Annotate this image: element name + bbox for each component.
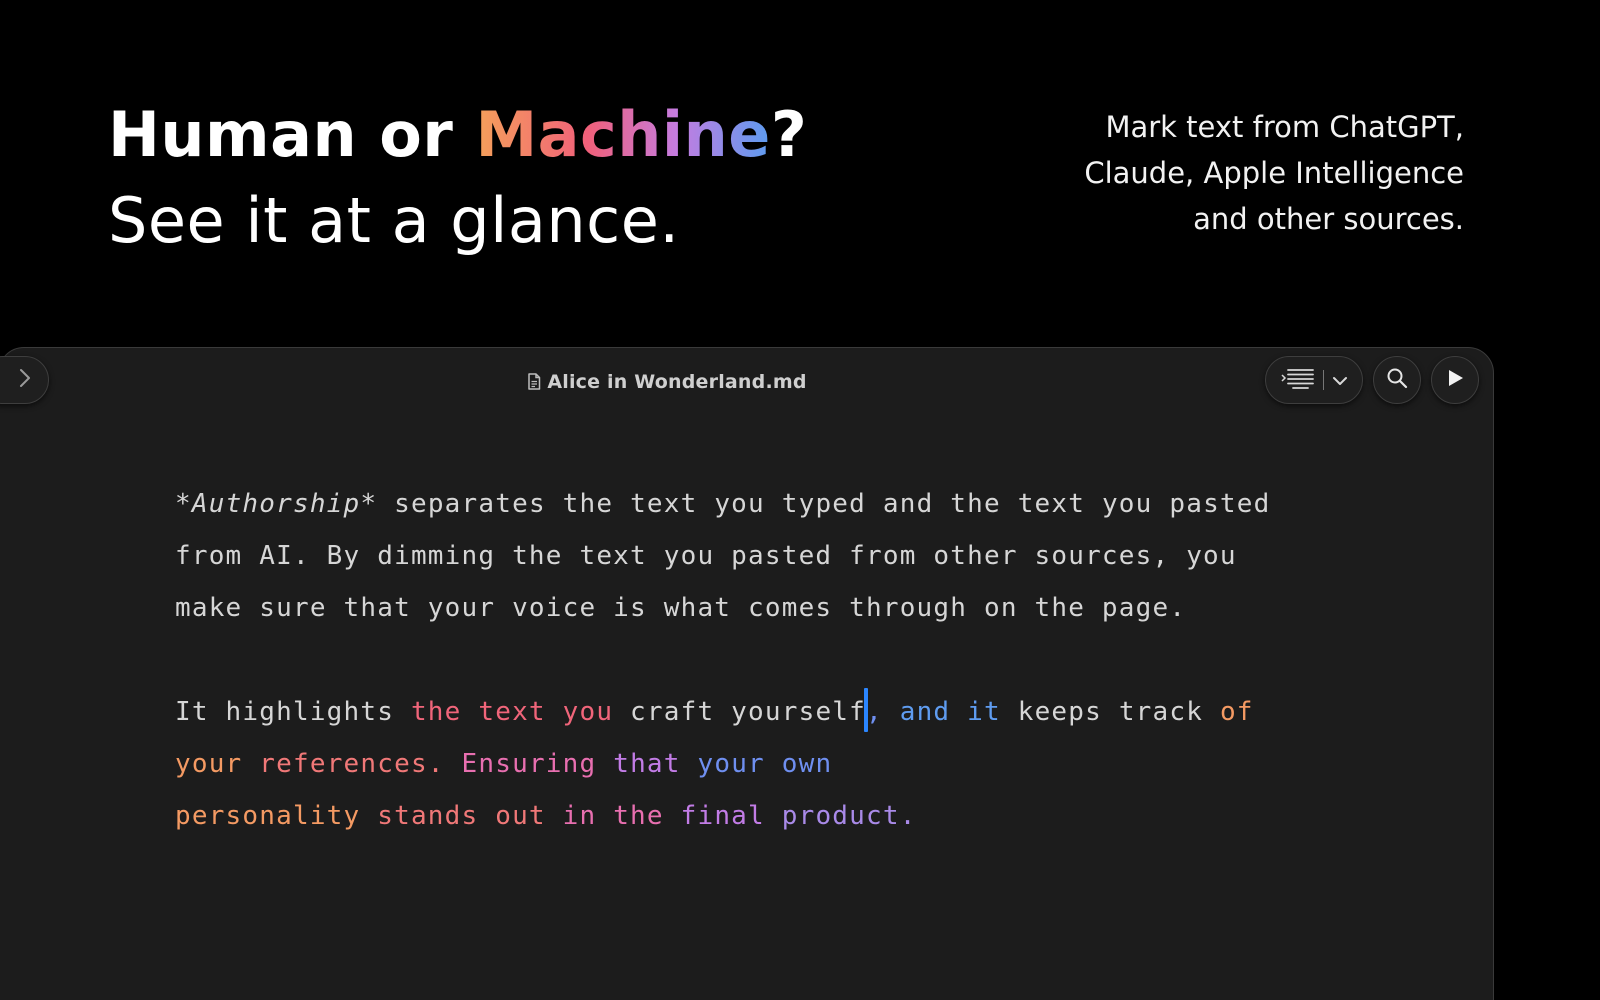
tagline-line-3: and other sources.	[1193, 202, 1464, 236]
emphasis-marker: *	[175, 489, 192, 519]
highlighted-segment: stands out	[360, 801, 546, 831]
paragraph-1: *Authorship* separates the text you type…	[175, 478, 1275, 634]
highlighted-segment: personality	[175, 801, 361, 831]
tagline: Mark text from ChatGPT, Claude, Apple In…	[1024, 104, 1464, 242]
hero-title-highlight: Machine	[475, 98, 771, 171]
document-title-text: Alice in Wonderland.md	[547, 371, 807, 393]
play-icon	[1445, 368, 1465, 392]
tagline-line-1: Mark text from ChatGPT,	[1105, 110, 1464, 144]
text-segment: craft yourself	[613, 697, 867, 727]
highlighted-segment: the text you	[410, 697, 614, 727]
text-segment: keeps track	[1000, 697, 1220, 727]
emphasis-text: Authorship	[191, 489, 361, 519]
hero-title-suffix: ?	[770, 98, 808, 171]
layout-menu-separator	[1322, 370, 1324, 390]
hero-title: Human or Machine? See it at a glance.	[108, 92, 807, 264]
highlighted-segment: and it	[882, 697, 1001, 727]
highlighted-segment: ,	[866, 697, 883, 727]
search-icon	[1386, 367, 1408, 393]
document-icon	[527, 373, 541, 395]
highlighted-segment: references.	[242, 749, 445, 779]
align-lines-icon	[1280, 367, 1315, 393]
text-segment: It highlights	[175, 697, 411, 727]
highlighted-segment: final	[663, 801, 765, 831]
document-title: Alice in Wonderland.md	[0, 371, 1335, 395]
highlighted-segment: product.	[764, 801, 917, 831]
layout-menu-button[interactable]	[1265, 356, 1363, 404]
tagline-line-2: Claude, Apple Intelligence	[1084, 156, 1464, 190]
chevron-down-icon	[1332, 371, 1348, 390]
search-button[interactable]	[1373, 356, 1421, 404]
highlighted-segment: Ensuring	[444, 749, 597, 779]
play-button[interactable]	[1431, 356, 1479, 404]
hero-subtitle: See it at a glance.	[108, 184, 680, 257]
highlighted-segment: in the	[545, 801, 664, 831]
highlighted-segment: that	[596, 749, 681, 779]
hero-title-prefix: Human or	[108, 98, 476, 171]
hero-headline: Human or Machine?	[108, 98, 807, 171]
highlighted-segment: your own	[680, 749, 833, 779]
text-editor[interactable]: *Authorship* separates the text you type…	[175, 478, 1275, 894]
paragraph-2: It highlights the text you craft yoursel…	[175, 686, 1275, 842]
emphasis-marker: *	[360, 489, 378, 519]
editor-window: Alice in Wonderland.md *Authorship* sepa…	[0, 347, 1494, 1000]
